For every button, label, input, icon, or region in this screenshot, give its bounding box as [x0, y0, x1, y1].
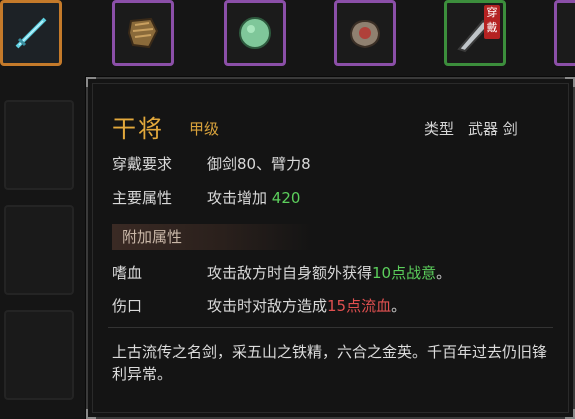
effect-text-end: 。 [436, 264, 452, 282]
main-attribute-value: 攻击增加 420 [207, 187, 300, 208]
inventory-slot-sword[interactable] [0, 0, 62, 66]
item-grade: 甲级 [189, 120, 220, 138]
item-type-value: 武器 剑 [468, 120, 518, 138]
tooltip-corner [565, 409, 575, 419]
extra-attribute-name: 嗜血 [112, 264, 143, 282]
effect-text-end: 。 [391, 297, 407, 315]
item-type-label: 类型 [424, 120, 455, 138]
inventory-slot-pouch[interactable] [334, 0, 396, 66]
pouch-icon [341, 7, 389, 59]
attack-bonus-value: 420 [271, 189, 301, 207]
effect-highlight: 10点战意 [372, 264, 437, 282]
inventory-slot-jade[interactable] [224, 0, 286, 66]
jade-icon [231, 7, 279, 59]
extra-attributes-header: 附加属性 [112, 224, 312, 250]
extra-attribute-row: 嗜血 攻击敌方时自身额外获得10点战意。 [112, 262, 451, 283]
description-divider [108, 327, 553, 328]
tooltip-corner [565, 77, 575, 87]
effect-text: 攻击敌方时自身额外获得 [207, 264, 373, 282]
item-type: 类型 武器 剑 [424, 118, 518, 139]
main-attribute-row: 主要属性 攻击增加 420 [112, 187, 300, 208]
extra-attribute-row: 伤口 攻击时对敌方造成15点流血。 [112, 295, 406, 316]
tooltip-corner [86, 77, 96, 87]
effect-text: 攻击时对敌方造成 [207, 297, 328, 315]
main-attribute-label: 主要属性 [112, 189, 173, 207]
extra-attribute-text: 攻击时对敌方造成15点流血。 [207, 295, 406, 316]
main-attribute-text: 攻击增加 [207, 189, 268, 207]
inventory-slot-armor[interactable] [112, 0, 174, 66]
tooltip-corner [86, 409, 96, 419]
inventory-slot-empty[interactable] [4, 100, 74, 190]
inventory-slot-empty[interactable] [4, 205, 74, 295]
extra-attribute-text: 攻击敌方时自身额外获得10点战意。 [207, 262, 451, 283]
equipped-badge: 穿戴 [484, 5, 500, 39]
item-tooltip: 干将 甲级 类型 武器 剑 穿戴要求 御剑80、臂力8 主要属性 攻击增加 420… [86, 77, 575, 419]
armor-icon [119, 7, 167, 59]
effect-highlight: 15点流血 [327, 297, 392, 315]
requirement-value: 御剑80、臂力8 [207, 155, 311, 173]
inventory-slot-partial[interactable] [554, 0, 575, 66]
inventory-slot-blade[interactable]: 穿戴 [444, 0, 506, 66]
item-description: 上古流传之名剑，采五山之铁精，六合之金英。千百年过去仍旧锋利异常。 [112, 343, 548, 383]
item-name: 干将 [112, 115, 164, 143]
sword-icon [7, 7, 55, 59]
requirement-label: 穿戴要求 [112, 155, 173, 173]
inventory-slot-empty[interactable] [4, 310, 74, 400]
extra-attribute-name: 伤口 [112, 297, 143, 315]
requirement-row: 穿戴要求 御剑80、臂力8 [112, 153, 311, 174]
